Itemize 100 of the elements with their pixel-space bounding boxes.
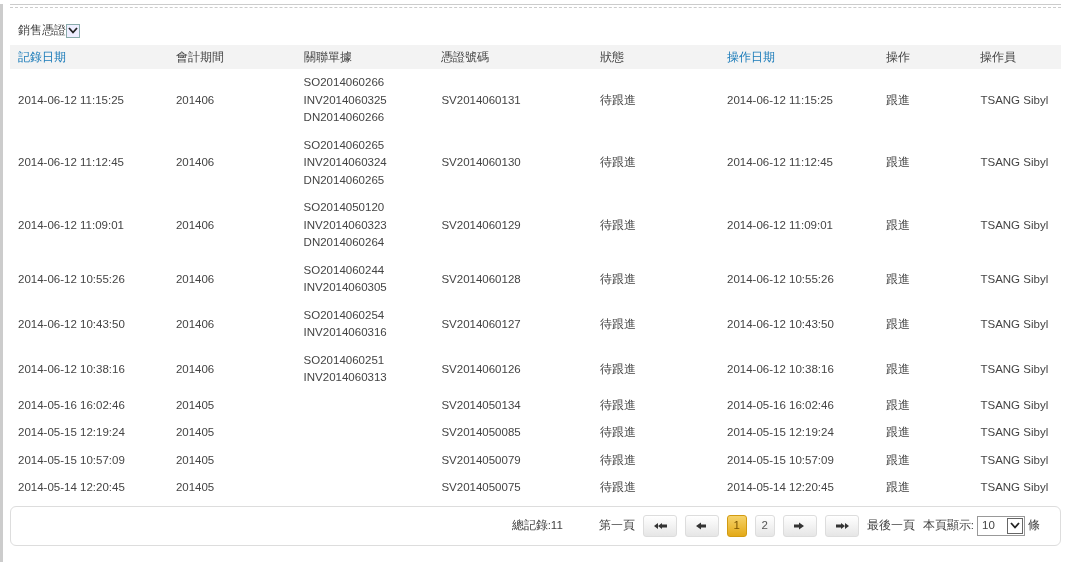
action-text: 跟進 — [885, 317, 910, 330]
caret-icon — [1010, 522, 1020, 530]
date-text: 2014-06-12 11:09:01 — [18, 218, 124, 231]
document-number: SO2014060254 — [303, 307, 385, 323]
status-text: 待跟進 — [600, 362, 637, 375]
document-number: SO2014050120 — [303, 200, 385, 216]
date-text: 2014-06-12 10:43:50 — [727, 317, 834, 330]
sort-header[interactable]: 記錄日期 — [10, 45, 168, 70]
period-text: 201405 — [175, 398, 215, 411]
operator-name: TSANG Sibyl — [980, 453, 1049, 466]
voucher-number: SV2014060131 — [441, 93, 521, 106]
period-text: 201405 — [175, 453, 215, 466]
action-text: 跟進 — [885, 453, 910, 466]
period-text: 201406 — [175, 317, 215, 330]
document-number: INV2014060324 — [303, 155, 387, 171]
document-number: INV2014060325 — [303, 92, 387, 108]
date-text: 2014-06-12 10:55:26 — [727, 272, 834, 285]
column-header: 操作員 — [972, 45, 1061, 70]
dropdown-caret[interactable] — [66, 23, 80, 38]
action-text: 跟進 — [885, 362, 910, 375]
date-text: 2014-05-14 12:20:45 — [18, 481, 125, 494]
voucher-number: SV2014060128 — [441, 272, 521, 285]
date-text: 2014-06-12 11:12:45 — [727, 156, 833, 169]
period-text: 201406 — [175, 93, 215, 106]
unit-label: 條 — [1028, 518, 1040, 534]
column-header: 關聯單據 — [295, 45, 434, 70]
action-text: 跟進 — [885, 398, 910, 411]
operator-name: TSANG Sibyl — [980, 317, 1049, 330]
period-text: 201405 — [175, 481, 215, 494]
voucher-number: SV2014060130 — [441, 156, 521, 169]
date-text: 2014-06-12 10:43:50 — [18, 317, 125, 330]
period-text: 201406 — [175, 156, 215, 169]
document-number: INV2014060316 — [303, 325, 387, 341]
column-header: 會計期間 — [167, 45, 296, 70]
period-text: 201405 — [175, 426, 215, 439]
voucher-number: SV2014050075 — [441, 481, 521, 494]
document-number: INV2014060313 — [303, 370, 387, 386]
status-text: 待跟進 — [600, 453, 637, 466]
date-text: 2014-05-15 10:57:09 — [727, 453, 834, 466]
voucher-number: SV2014060127 — [441, 317, 521, 330]
date-text: 2014-06-12 10:38:16 — [18, 362, 125, 375]
voucher-number: SV2014060126 — [441, 362, 521, 375]
page-size-label: 本頁顯示: — [922, 518, 974, 534]
sort-header[interactable]: 操作日期 — [719, 45, 878, 70]
total-records: 總記錄:11 — [511, 518, 563, 534]
last-page-button[interactable] — [824, 514, 859, 537]
document-number: INV2014060305 — [303, 280, 387, 296]
status-text: 待跟進 — [600, 481, 637, 494]
document-number: DN2014060264 — [303, 235, 385, 251]
date-text: 2014-05-15 10:57:09 — [18, 453, 125, 466]
voucher-number: SV2014060129 — [441, 218, 521, 231]
status-text: 待跟進 — [600, 426, 637, 439]
date-text: 2014-05-14 12:20:45 — [727, 481, 834, 494]
date-text: 2014-05-16 16:02:46 — [18, 398, 125, 411]
column-header: 操作 — [877, 45, 973, 70]
page-button[interactable]: 2 — [754, 514, 775, 537]
document-number: SO2014060244 — [303, 262, 385, 278]
operator-name: TSANG Sibyl — [980, 272, 1049, 285]
operator-name: TSANG Sibyl — [980, 93, 1049, 106]
date-text: 2014-05-15 12:19:24 — [727, 426, 834, 439]
voucher-number: SV2014050085 — [441, 426, 521, 439]
status-text: 待跟進 — [600, 93, 637, 106]
date-text: 2014-05-16 16:02:46 — [727, 398, 834, 411]
first-page-button[interactable] — [642, 514, 677, 537]
date-text: 2014-06-12 11:15:25 — [18, 93, 124, 106]
action-text: 跟進 — [885, 426, 910, 439]
previous-page-button[interactable] — [684, 514, 719, 537]
voucher-number: SV2014050134 — [441, 398, 521, 411]
operator-name: TSANG Sibyl — [980, 398, 1049, 411]
status-text: 待跟進 — [600, 218, 637, 231]
period-text: 201406 — [175, 272, 215, 285]
page-size-select[interactable]: 10 — [977, 515, 1025, 536]
last-page-link[interactable]: 最後一頁 — [866, 517, 915, 535]
document-number: SO2014060266 — [303, 75, 385, 91]
action-text: 跟進 — [885, 218, 910, 231]
action-text: 跟進 — [885, 272, 910, 285]
first-page-link[interactable]: 第一頁 — [598, 517, 635, 535]
date-text: 2014-06-12 11:09:01 — [727, 218, 833, 231]
operator-name: TSANG Sibyl — [980, 156, 1049, 169]
date-text: 2014-06-12 11:15:25 — [727, 93, 833, 106]
page-button[interactable]: 1 — [726, 514, 747, 537]
voucher-type-label: 銷售憑證 — [18, 23, 66, 38]
status-text: 待跟進 — [600, 156, 637, 169]
document-number: DN2014060266 — [303, 110, 385, 126]
action-text: 跟進 — [885, 156, 910, 169]
column-header: 憑證號碼 — [433, 45, 593, 70]
date-text: 2014-05-15 12:19:24 — [18, 426, 125, 439]
next-page-button[interactable] — [782, 514, 817, 537]
status-text: 待跟進 — [600, 272, 637, 285]
date-text: 2014-06-12 10:55:26 — [18, 272, 125, 285]
date-text: 2014-06-12 10:38:16 — [727, 362, 834, 375]
action-text: 跟進 — [885, 481, 910, 494]
column-header: 狀態 — [592, 45, 719, 70]
operator-name: TSANG Sibyl — [980, 426, 1049, 439]
action-text: 跟進 — [885, 93, 910, 106]
document-number: SO2014060265 — [303, 137, 385, 153]
voucher-number: SV2014050079 — [441, 453, 521, 466]
document-number: DN2014060265 — [303, 172, 385, 188]
operator-name: TSANG Sibyl — [980, 218, 1049, 231]
status-text: 待跟進 — [600, 317, 637, 330]
